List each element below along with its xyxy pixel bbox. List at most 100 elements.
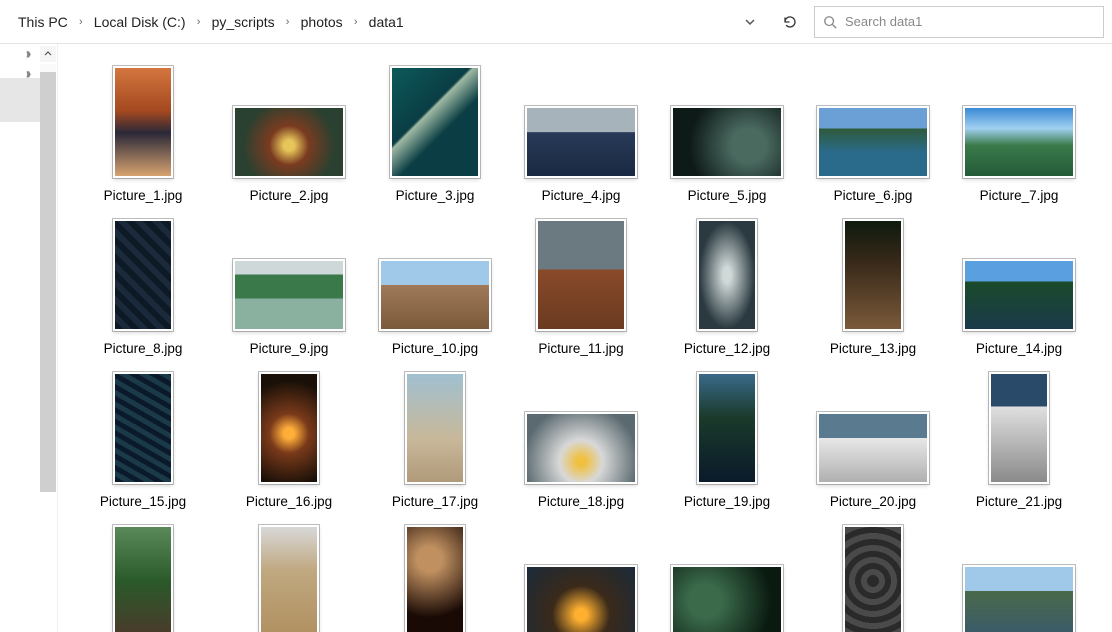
file-item[interactable]: Picture_21.jpg [946, 368, 1092, 509]
breadcrumb-segment[interactable]: Local Disk (C:) [88, 10, 192, 34]
thumbnail [525, 412, 637, 484]
thumbnail [963, 565, 1075, 632]
thumbnail [113, 525, 173, 632]
thumbnail [989, 372, 1049, 484]
file-name: Picture_20.jpg [830, 494, 916, 509]
thumbnail-wrap [508, 368, 654, 488]
file-item[interactable]: Picture_4.jpg [508, 62, 654, 203]
search-box[interactable] [814, 6, 1104, 38]
file-item[interactable]: Picture_15.jpg [70, 368, 216, 509]
file-view[interactable]: Picture_1.jpgPicture_2.jpg Picture_3.jpg P… [58, 44, 1112, 632]
thumbnail-wrap [654, 368, 800, 488]
main-area: Picture_1.jpgPicture_2.jpg Picture_3.jpg P… [0, 44, 1112, 632]
chevron-down-icon [744, 16, 756, 28]
file-name: Picture_11.jpg [538, 341, 623, 356]
thumbnail [963, 259, 1075, 331]
file-name: Picture_13.jpg [830, 341, 916, 356]
nav-scroll-up[interactable] [40, 46, 56, 62]
file-name: Picture_10.jpg [392, 341, 478, 356]
file-item[interactable]: Picture_11.jpg [508, 215, 654, 356]
file-name: Picture_12.jpg [684, 341, 770, 356]
file-item[interactable]: Picture_14.jpg [946, 215, 1092, 356]
chevron-right-icon: › [74, 16, 88, 28]
thumbnail [843, 219, 903, 331]
thumbnail-wrap [216, 368, 362, 488]
file-name: Picture_18.jpg [538, 494, 624, 509]
thumbnail [843, 525, 903, 632]
thumbnail [379, 259, 491, 331]
file-item[interactable]: Picture_8.jpg [70, 215, 216, 356]
thumbnail [817, 412, 929, 484]
thumbnail [817, 106, 929, 178]
thumbnail-wrap [946, 521, 1092, 632]
thumbnail [259, 525, 319, 632]
navigation-pane[interactable] [0, 44, 58, 632]
file-item[interactable]: Picture_23.jpg [216, 521, 362, 632]
thumbnail [697, 372, 757, 484]
chevron-right-icon: › [349, 16, 363, 28]
thumbnail-wrap [946, 62, 1092, 182]
file-item[interactable]: Picture_22.jpg [70, 521, 216, 632]
nav-collapsed-item[interactable] [0, 78, 40, 122]
chevron-right-icon: › [281, 16, 295, 28]
file-name: Picture_14.jpg [976, 341, 1062, 356]
thumbnail [525, 106, 637, 178]
thumbnail-wrap [654, 215, 800, 335]
file-item[interactable]: Picture_24.jpg [362, 521, 508, 632]
thumbnail-wrap [508, 62, 654, 182]
thumbnail [233, 106, 345, 178]
breadcrumb-segment[interactable]: This PC [12, 10, 74, 34]
file-item[interactable]: Picture_25.jpg [508, 521, 654, 632]
pin-icon [19, 45, 39, 65]
thumbnail [536, 219, 626, 331]
thumbnail-wrap [654, 521, 800, 632]
thumbnail-wrap [70, 521, 216, 632]
nav-scrollbar[interactable] [40, 64, 56, 122]
thumbnail [671, 106, 783, 178]
file-item[interactable]: Picture_28.jpg [946, 521, 1092, 632]
thumbnail [113, 219, 173, 331]
file-name: Picture_9.jpg [250, 341, 329, 356]
file-item[interactable]: Picture_1.jpg [70, 62, 216, 203]
file-item[interactable]: Picture_26.jpg [654, 521, 800, 632]
file-item[interactable]: Picture_27.jpg [800, 521, 946, 632]
thumbnail-wrap [800, 215, 946, 335]
thumbnail [963, 106, 1075, 178]
file-item[interactable]: Picture_16.jpg [216, 368, 362, 509]
thumbnail-wrap [216, 215, 362, 335]
thumbnail-wrap [508, 215, 654, 335]
thumbnail [525, 565, 637, 632]
breadcrumb[interactable]: This PC›Local Disk (C:)›py_scripts›photo… [0, 0, 730, 43]
thumbnail-wrap [362, 368, 508, 488]
file-item[interactable]: Picture_9.jpg [216, 215, 362, 356]
breadcrumb-segment[interactable]: data1 [363, 10, 410, 34]
file-item[interactable]: Picture_19.jpg [654, 368, 800, 509]
file-item[interactable]: Picture_2.jpg [216, 62, 362, 203]
file-name: Picture_15.jpg [100, 494, 186, 509]
thumbnail [671, 565, 783, 632]
file-name: Picture_3.jpg [396, 188, 475, 203]
file-item[interactable]: Picture_20.jpg [800, 368, 946, 509]
search-input[interactable] [845, 14, 1095, 29]
file-item[interactable]: Picture_12.jpg [654, 215, 800, 356]
chevron-up-icon [44, 50, 52, 58]
thumbnail [113, 66, 173, 178]
thumbnail-wrap [362, 215, 508, 335]
refresh-button[interactable] [774, 6, 806, 38]
file-item[interactable]: Picture_6.jpg [800, 62, 946, 203]
nav-scroll-thumb[interactable] [40, 72, 56, 492]
file-item[interactable]: Picture_17.jpg [362, 368, 508, 509]
recent-locations-button[interactable] [734, 6, 766, 38]
breadcrumb-segment[interactable]: py_scripts [206, 10, 281, 34]
thumbnail-wrap [362, 521, 508, 632]
file-item[interactable]: Picture_3.jpg [362, 62, 508, 203]
breadcrumb-segment[interactable]: photos [295, 10, 349, 34]
thumbnail-wrap [946, 215, 1092, 335]
thumbnail-wrap [70, 215, 216, 335]
thumbnail-wrap [362, 62, 508, 182]
file-item[interactable]: Picture_18.jpg [508, 368, 654, 509]
file-item[interactable]: Picture_5.jpg [654, 62, 800, 203]
file-item[interactable]: Picture_7.jpg [946, 62, 1092, 203]
file-item[interactable]: Picture_13.jpg [800, 215, 946, 356]
file-item[interactable]: Picture_10.jpg [362, 215, 508, 356]
